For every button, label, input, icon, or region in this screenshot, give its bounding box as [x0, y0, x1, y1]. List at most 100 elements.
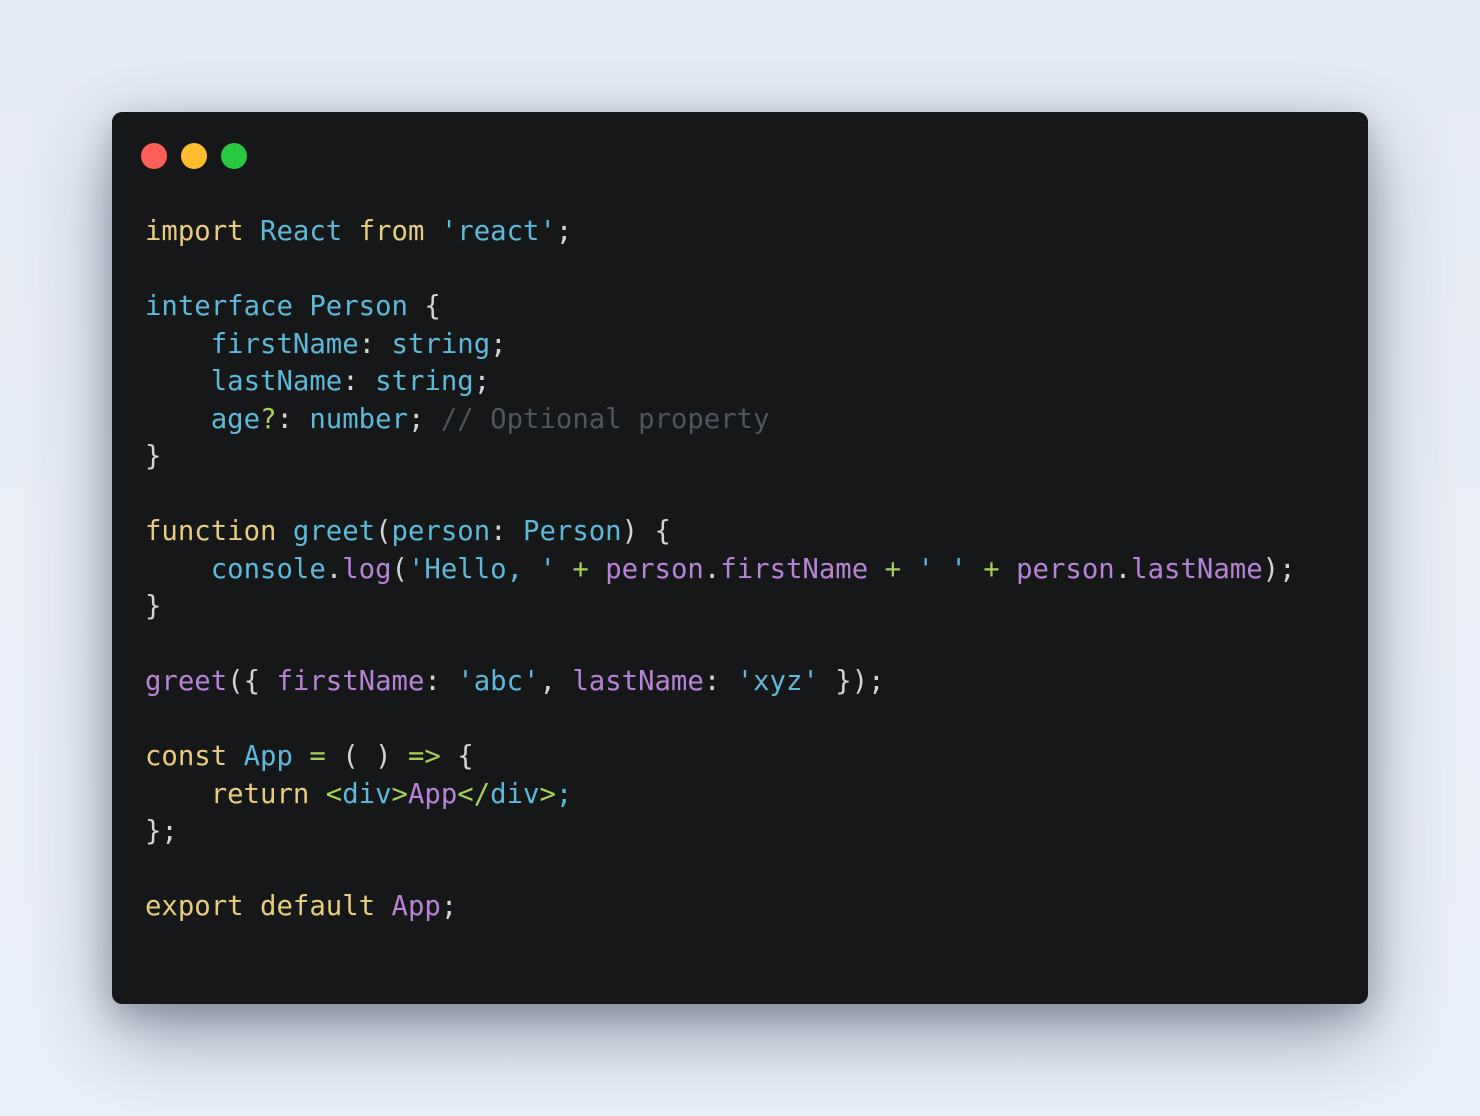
code-line: } — [145, 438, 1296, 476]
close-button[interactable] — [141, 143, 167, 169]
code-token: firstName — [720, 553, 869, 585]
code-line: export default App; — [145, 888, 1296, 926]
code-token: const — [145, 741, 228, 772]
code-line: interface Person { — [145, 288, 1296, 326]
code-token: ({ — [227, 666, 277, 697]
code-token: string — [391, 328, 491, 360]
code-token: greet — [145, 666, 228, 697]
code-token: React — [260, 216, 343, 247]
code-line: } — [145, 588, 1296, 626]
code-token: interface — [145, 291, 293, 322]
code-token: => — [407, 741, 441, 772]
code-line: function greet(person: Person) { — [145, 513, 1296, 551]
code-token: 'react' — [440, 216, 556, 247]
code-token: log — [342, 553, 392, 585]
maximize-button[interactable] — [221, 143, 247, 169]
code-token: default — [260, 891, 376, 922]
code-token: return — [210, 778, 310, 810]
code-token: App — [391, 891, 441, 922]
code-token: lastName — [1131, 553, 1263, 585]
code-token: </ — [457, 778, 491, 810]
code-line: import React from 'react'; — [145, 213, 1296, 251]
code-line: console.log('Hello, ' + person.firstName… — [145, 551, 1296, 589]
code-token: 'xyz' — [736, 666, 819, 697]
code-token: age — [210, 403, 261, 435]
code-token: } — [145, 441, 162, 472]
code-line: firstName: string; — [145, 326, 1296, 364]
code-token: ; — [555, 216, 573, 247]
code-token: }); — [818, 666, 885, 697]
code-token: . — [703, 553, 721, 585]
code-token: 'Hello, ' — [407, 553, 556, 585]
code-token: : — [424, 666, 458, 697]
minimize-button[interactable] — [181, 143, 207, 169]
code-token: person — [391, 516, 491, 547]
code-token: ? — [260, 403, 277, 435]
code-token: from — [358, 216, 425, 247]
code-line: lastName: string; — [145, 363, 1296, 401]
code-token: ; — [555, 778, 573, 810]
code-token: : — [703, 666, 737, 697]
code-block: import React from 'react'; interface Per… — [145, 213, 1296, 926]
code-token: ( — [391, 553, 408, 585]
code-token: greet — [292, 516, 376, 547]
code-token: : — [276, 403, 310, 435]
code-token: string — [375, 366, 474, 397]
code-line: greet({ firstName: 'abc', lastName: 'xyz… — [145, 663, 1296, 701]
code-token: import — [145, 216, 244, 247]
code-token: ); — [1262, 553, 1296, 585]
code-token: { — [440, 741, 474, 772]
code-token: lastName — [572, 666, 704, 697]
code-token: } — [145, 591, 162, 622]
code-token: ( ) — [325, 741, 408, 772]
code-token: person — [605, 553, 704, 585]
code-token: . — [325, 553, 343, 585]
code-token: < — [325, 778, 343, 810]
code-token: person — [1016, 553, 1115, 585]
code-token: . — [1114, 553, 1132, 585]
window-controls — [141, 143, 247, 169]
code-token: console — [210, 553, 326, 585]
code-token: + — [572, 553, 589, 585]
code-token: ; — [440, 891, 458, 922]
code-token: = — [309, 741, 326, 772]
code-token: App — [407, 778, 458, 810]
code-token: div — [342, 778, 392, 810]
code-token: firstName — [276, 666, 425, 697]
code-token: : — [490, 516, 524, 547]
code-token: export — [145, 891, 244, 922]
code-token: ) { — [621, 516, 671, 547]
code-token: { — [407, 291, 441, 322]
code-token: }; — [145, 816, 178, 847]
code-token: ; — [407, 403, 441, 435]
code-token: ; — [490, 328, 507, 360]
code-window: import React from 'react'; interface Per… — [112, 112, 1368, 1004]
code-token: Person — [309, 291, 408, 322]
code-token: + — [983, 553, 1000, 585]
code-token: , — [539, 666, 573, 697]
